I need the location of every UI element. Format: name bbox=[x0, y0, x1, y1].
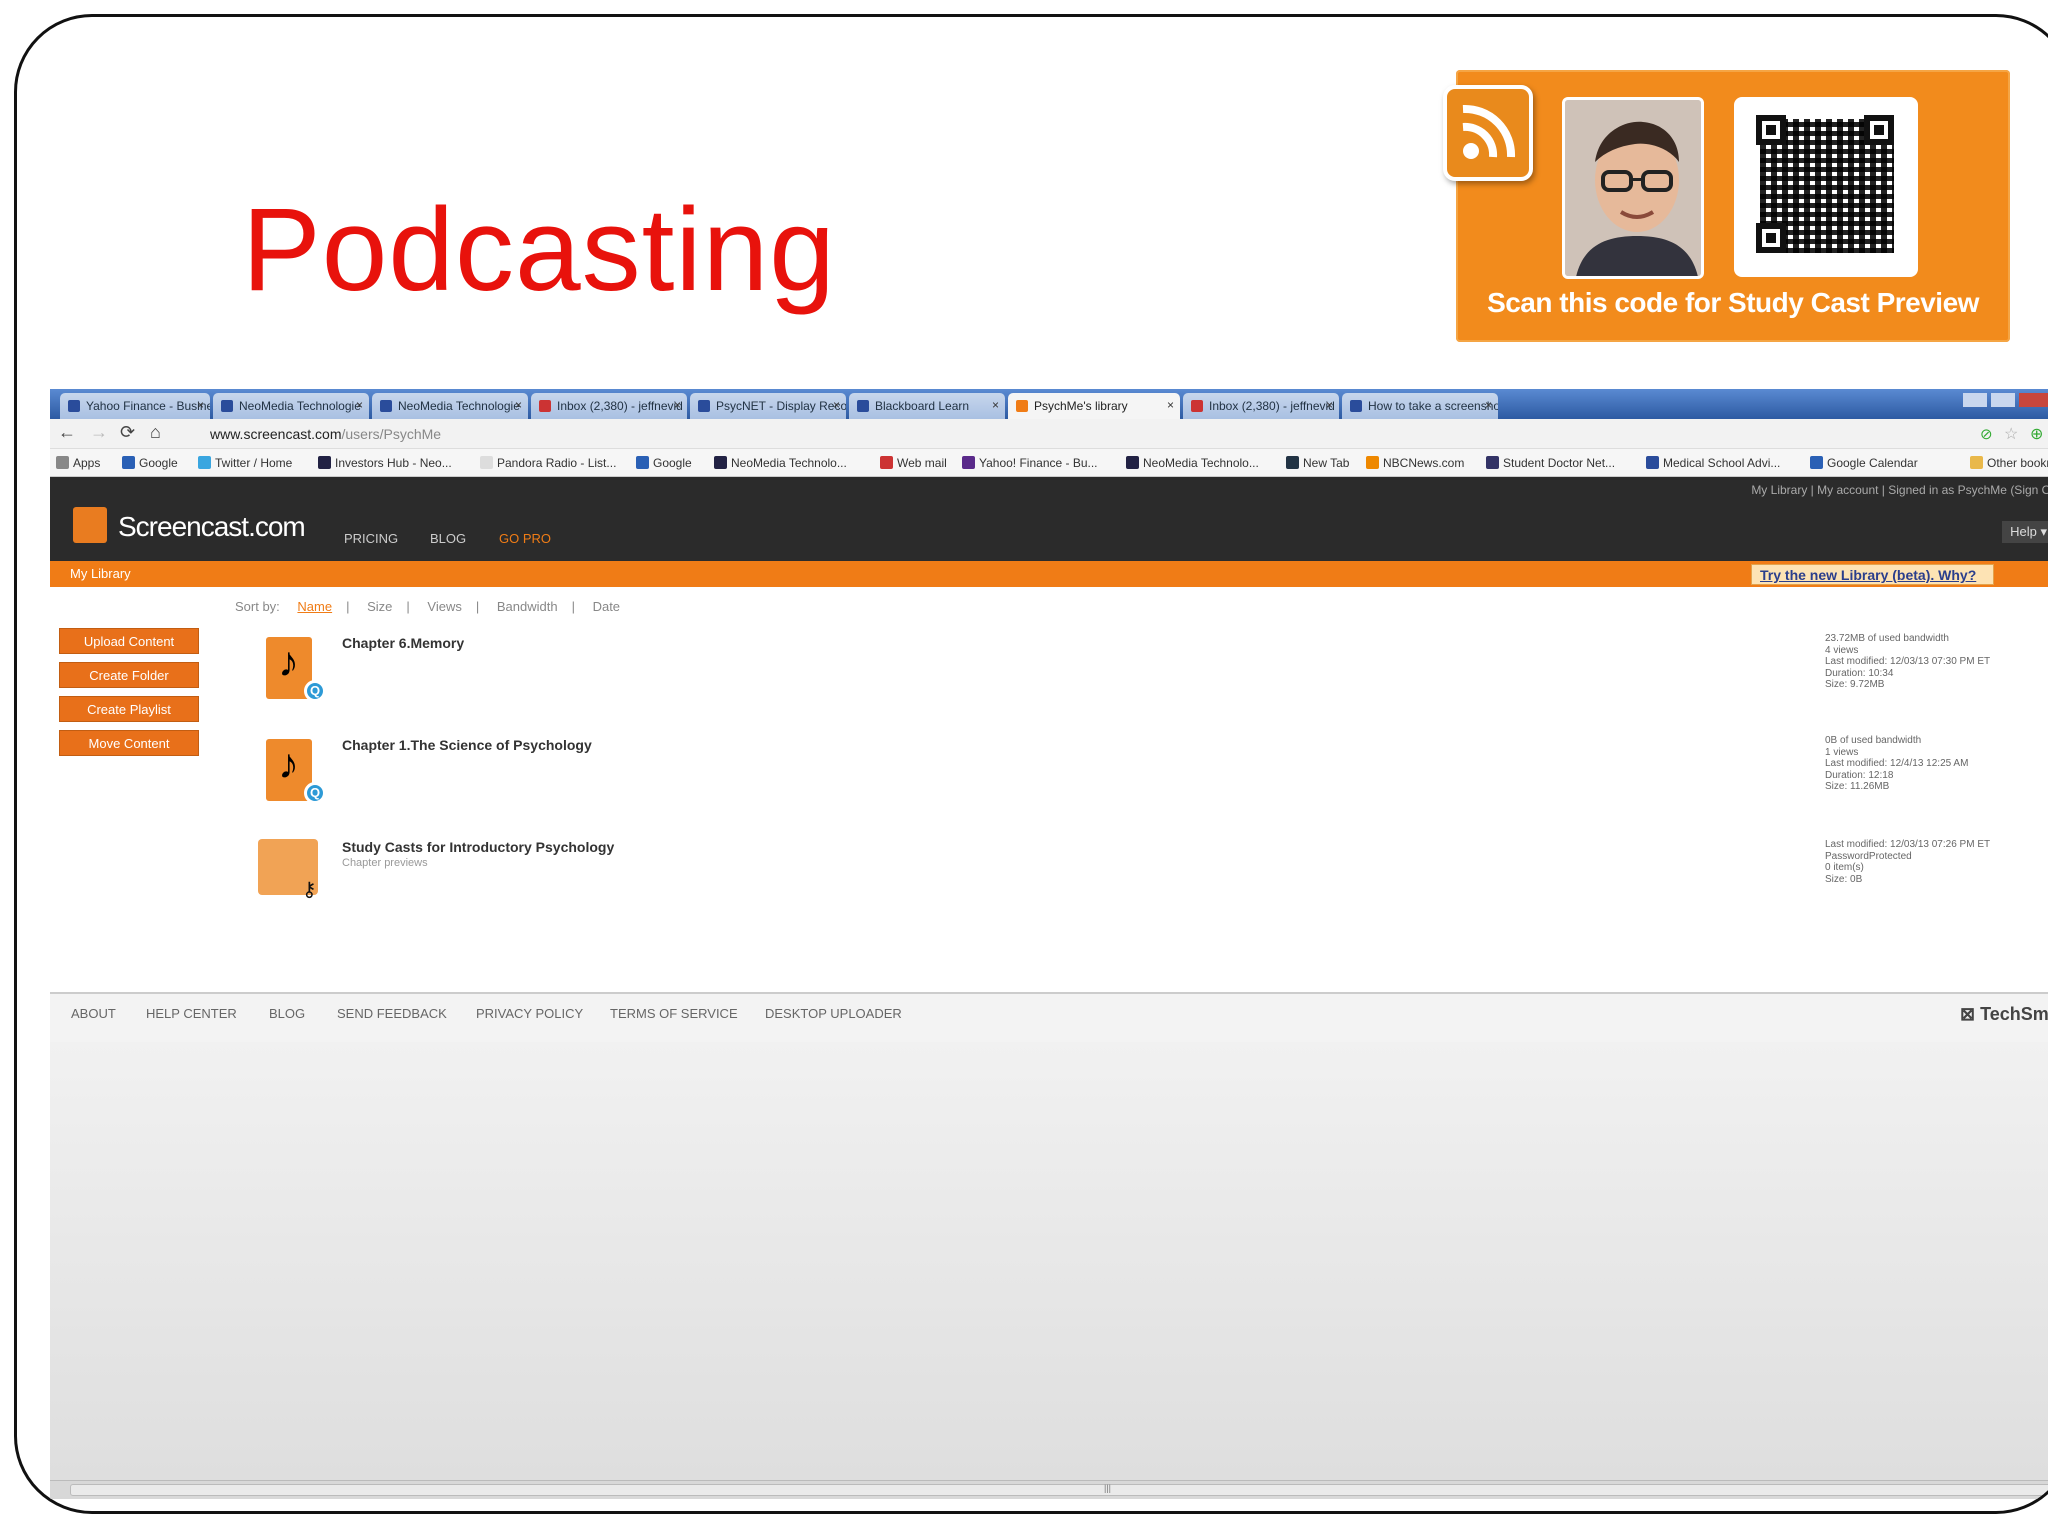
nav-blog[interactable]: BLOG bbox=[430, 531, 466, 546]
browser-tab[interactable]: PsycNET - Display Record × bbox=[690, 393, 846, 419]
scrollbar-thumb[interactable] bbox=[70, 1484, 2048, 1496]
upload-content-button[interactable]: Upload Content bbox=[59, 628, 199, 654]
nav-pricing[interactable]: PRICING bbox=[344, 531, 398, 546]
footer-send-feedback[interactable]: SEND FEEDBACK bbox=[337, 1006, 447, 1021]
move-content-button[interactable]: Move Content bbox=[59, 730, 199, 756]
slide-title: Podcasting bbox=[242, 184, 836, 316]
item-title[interactable]: Chapter 1.The Science of Psychology bbox=[342, 737, 592, 753]
site-footer: ABOUT HELP CENTER BLOG SEND FEEDBACK PRI… bbox=[50, 992, 2048, 1042]
sort-name[interactable]: Name bbox=[297, 599, 332, 614]
sort-bar: Sort by: Name | Size | Views | Bandwidth | D… bbox=[235, 599, 621, 614]
bookmark-item[interactable]: NeoMedia Technolo... bbox=[714, 456, 847, 470]
star-icon[interactable]: ☆ bbox=[2004, 424, 2018, 444]
slide: Podcasting Scan this code for Study Cast… bbox=[14, 14, 2048, 1514]
reload-icon[interactable]: ⟳ bbox=[120, 422, 135, 443]
plus-icon[interactable]: ⊕ bbox=[2030, 424, 2043, 444]
bookmark-item[interactable]: Other bookm bbox=[1970, 456, 2048, 470]
sort-size[interactable]: Size bbox=[367, 599, 392, 614]
horizontal-scrollbar[interactable]: ||| bbox=[50, 1480, 2048, 1499]
bookmark-item[interactable]: Student Doctor Net... bbox=[1486, 456, 1615, 470]
item-subtitle: Chapter previews bbox=[342, 857, 428, 869]
browser-screenshot: Yahoo Finance - Busines × NeoMedia Techno… bbox=[50, 389, 2048, 1499]
item-meta: Last modified: 12/03/13 07:26 PM ET Passw… bbox=[1825, 839, 1991, 885]
address-bar: ← → ⟳ ⌂ www.screencast.com/users/PsychMe… bbox=[50, 419, 2048, 449]
music-note-icon[interactable]: ♪ Q bbox=[258, 632, 326, 702]
bookmark-item[interactable]: Twitter / Home bbox=[198, 456, 292, 470]
item-title[interactable]: Study Casts for Introductory Psychology bbox=[342, 839, 614, 855]
quicktime-icon: Q bbox=[304, 782, 326, 804]
bookmark-item[interactable]: Web mail bbox=[880, 456, 947, 470]
empty-page-area bbox=[50, 1042, 2048, 1480]
footer-about[interactable]: ABOUT bbox=[71, 1006, 116, 1021]
author-photo bbox=[1562, 97, 1704, 279]
item-title[interactable]: Chapter 6.Memory bbox=[342, 635, 464, 651]
help-button[interactable]: Help ▾ bbox=[2002, 521, 2048, 543]
bookmark-item[interactable]: Yahoo! Finance - Bu... bbox=[962, 456, 1098, 470]
browser-tab[interactable]: How to take a screenshot × bbox=[1342, 393, 1498, 419]
footer-help-center[interactable]: HELP CENTER bbox=[146, 1006, 237, 1021]
browser-tab-active[interactable]: PsychMe's library × bbox=[1008, 393, 1180, 419]
back-icon[interactable]: ← bbox=[58, 422, 76, 443]
create-playlist-button[interactable]: Create Playlist bbox=[59, 696, 199, 722]
bookmark-item[interactable]: Medical School Advi... bbox=[1646, 456, 1780, 470]
bookmark-item[interactable]: Google Calendar bbox=[1810, 456, 1918, 470]
bookmark-item[interactable]: NBCNews.com bbox=[1366, 456, 1464, 470]
footer-privacy-policy[interactable]: PRIVACY POLICY bbox=[476, 1006, 583, 1021]
promo-caption: Scan this code for Study Cast Preview bbox=[1487, 287, 1979, 318]
music-note-icon[interactable]: ♪ Q bbox=[258, 734, 326, 804]
library-content: Sort by: Name | Size | Views | Bandwidth | D… bbox=[50, 587, 2048, 992]
url-input[interactable]: www.screencast.com/users/PsychMe bbox=[210, 426, 441, 442]
library-bar: My Library Try the new Library (beta). W… bbox=[50, 561, 2048, 587]
nav-go-pro[interactable]: GO PRO bbox=[499, 531, 551, 546]
bookmark-item[interactable]: Google bbox=[122, 456, 178, 470]
techsmith-logo[interactable]: ⊠ TechSmit bbox=[1960, 1004, 2048, 1025]
my-library-label[interactable]: My Library bbox=[70, 566, 131, 581]
screencast-logo-icon bbox=[73, 507, 107, 543]
rss-icon bbox=[1443, 85, 1533, 181]
bookmark-item[interactable]: Pandora Radio - List... bbox=[480, 456, 616, 470]
footer-desktop-uploader[interactable]: DESKTOP UPLOADER bbox=[765, 1006, 902, 1021]
site-header: Screencast.com PRICING BLOG GO PRO My Li… bbox=[50, 477, 2048, 561]
sort-bandwidth[interactable]: Bandwidth bbox=[497, 599, 558, 614]
browser-tab[interactable]: NeoMedia Technologie × bbox=[213, 393, 369, 419]
item-meta: 0B of used bandwidth 1 views Last modified… bbox=[1825, 735, 1969, 792]
extension-icon[interactable]: ⊘ bbox=[1980, 425, 1993, 443]
qr-code-icon bbox=[1734, 97, 1918, 277]
sort-views[interactable]: Views bbox=[427, 599, 461, 614]
bookmark-item[interactable]: Investors Hub - Neo... bbox=[318, 456, 452, 470]
bookmark-item[interactable]: NeoMedia Technolo... bbox=[1126, 456, 1259, 470]
key-icon: ⚷ bbox=[302, 879, 317, 901]
bookmark-item[interactable]: Google bbox=[636, 456, 692, 470]
item-meta: 23.72MB of used bandwidth 4 views Last mod… bbox=[1825, 633, 1991, 690]
new-library-link[interactable]: Try the new Library (beta). Why? bbox=[1751, 564, 1994, 585]
create-folder-button[interactable]: Create Folder bbox=[59, 662, 199, 688]
bookmark-item[interactable]: Apps bbox=[56, 456, 100, 470]
site-logo[interactable]: Screencast.com bbox=[118, 511, 306, 543]
window-controls[interactable] bbox=[1955, 389, 2048, 413]
sort-label: Sort by: bbox=[235, 599, 280, 614]
browser-tab[interactable]: Inbox (2,380) - jeffnevid × bbox=[1183, 393, 1339, 419]
quicktime-icon: Q bbox=[304, 680, 326, 702]
forward-icon[interactable]: → bbox=[90, 422, 108, 443]
sort-date[interactable]: Date bbox=[593, 599, 620, 614]
tab-strip: Yahoo Finance - Busines × NeoMedia Techno… bbox=[50, 389, 2048, 419]
scroll-grip-icon: ||| bbox=[1104, 1483, 1112, 1493]
bookmarks-bar: Apps Google Twitter / Home Investors Hub… bbox=[50, 449, 2048, 477]
browser-tab[interactable]: Yahoo Finance - Busines × bbox=[60, 393, 210, 419]
account-links[interactable]: My Library | My account | Signed in as P… bbox=[1751, 483, 2048, 497]
browser-tab[interactable]: Blackboard Learn × bbox=[849, 393, 1005, 419]
browser-tab[interactable]: Inbox (2,380) - jeffnevid × bbox=[531, 393, 687, 419]
browser-tab[interactable]: NeoMedia Technologie × bbox=[372, 393, 528, 419]
bookmark-item[interactable]: New Tab bbox=[1286, 456, 1349, 470]
home-icon[interactable]: ⌂ bbox=[150, 422, 161, 443]
footer-terms[interactable]: TERMS OF SERVICE bbox=[610, 1006, 738, 1021]
footer-blog[interactable]: BLOG bbox=[269, 1006, 305, 1021]
folder-icon[interactable]: ⚷ bbox=[258, 827, 318, 901]
